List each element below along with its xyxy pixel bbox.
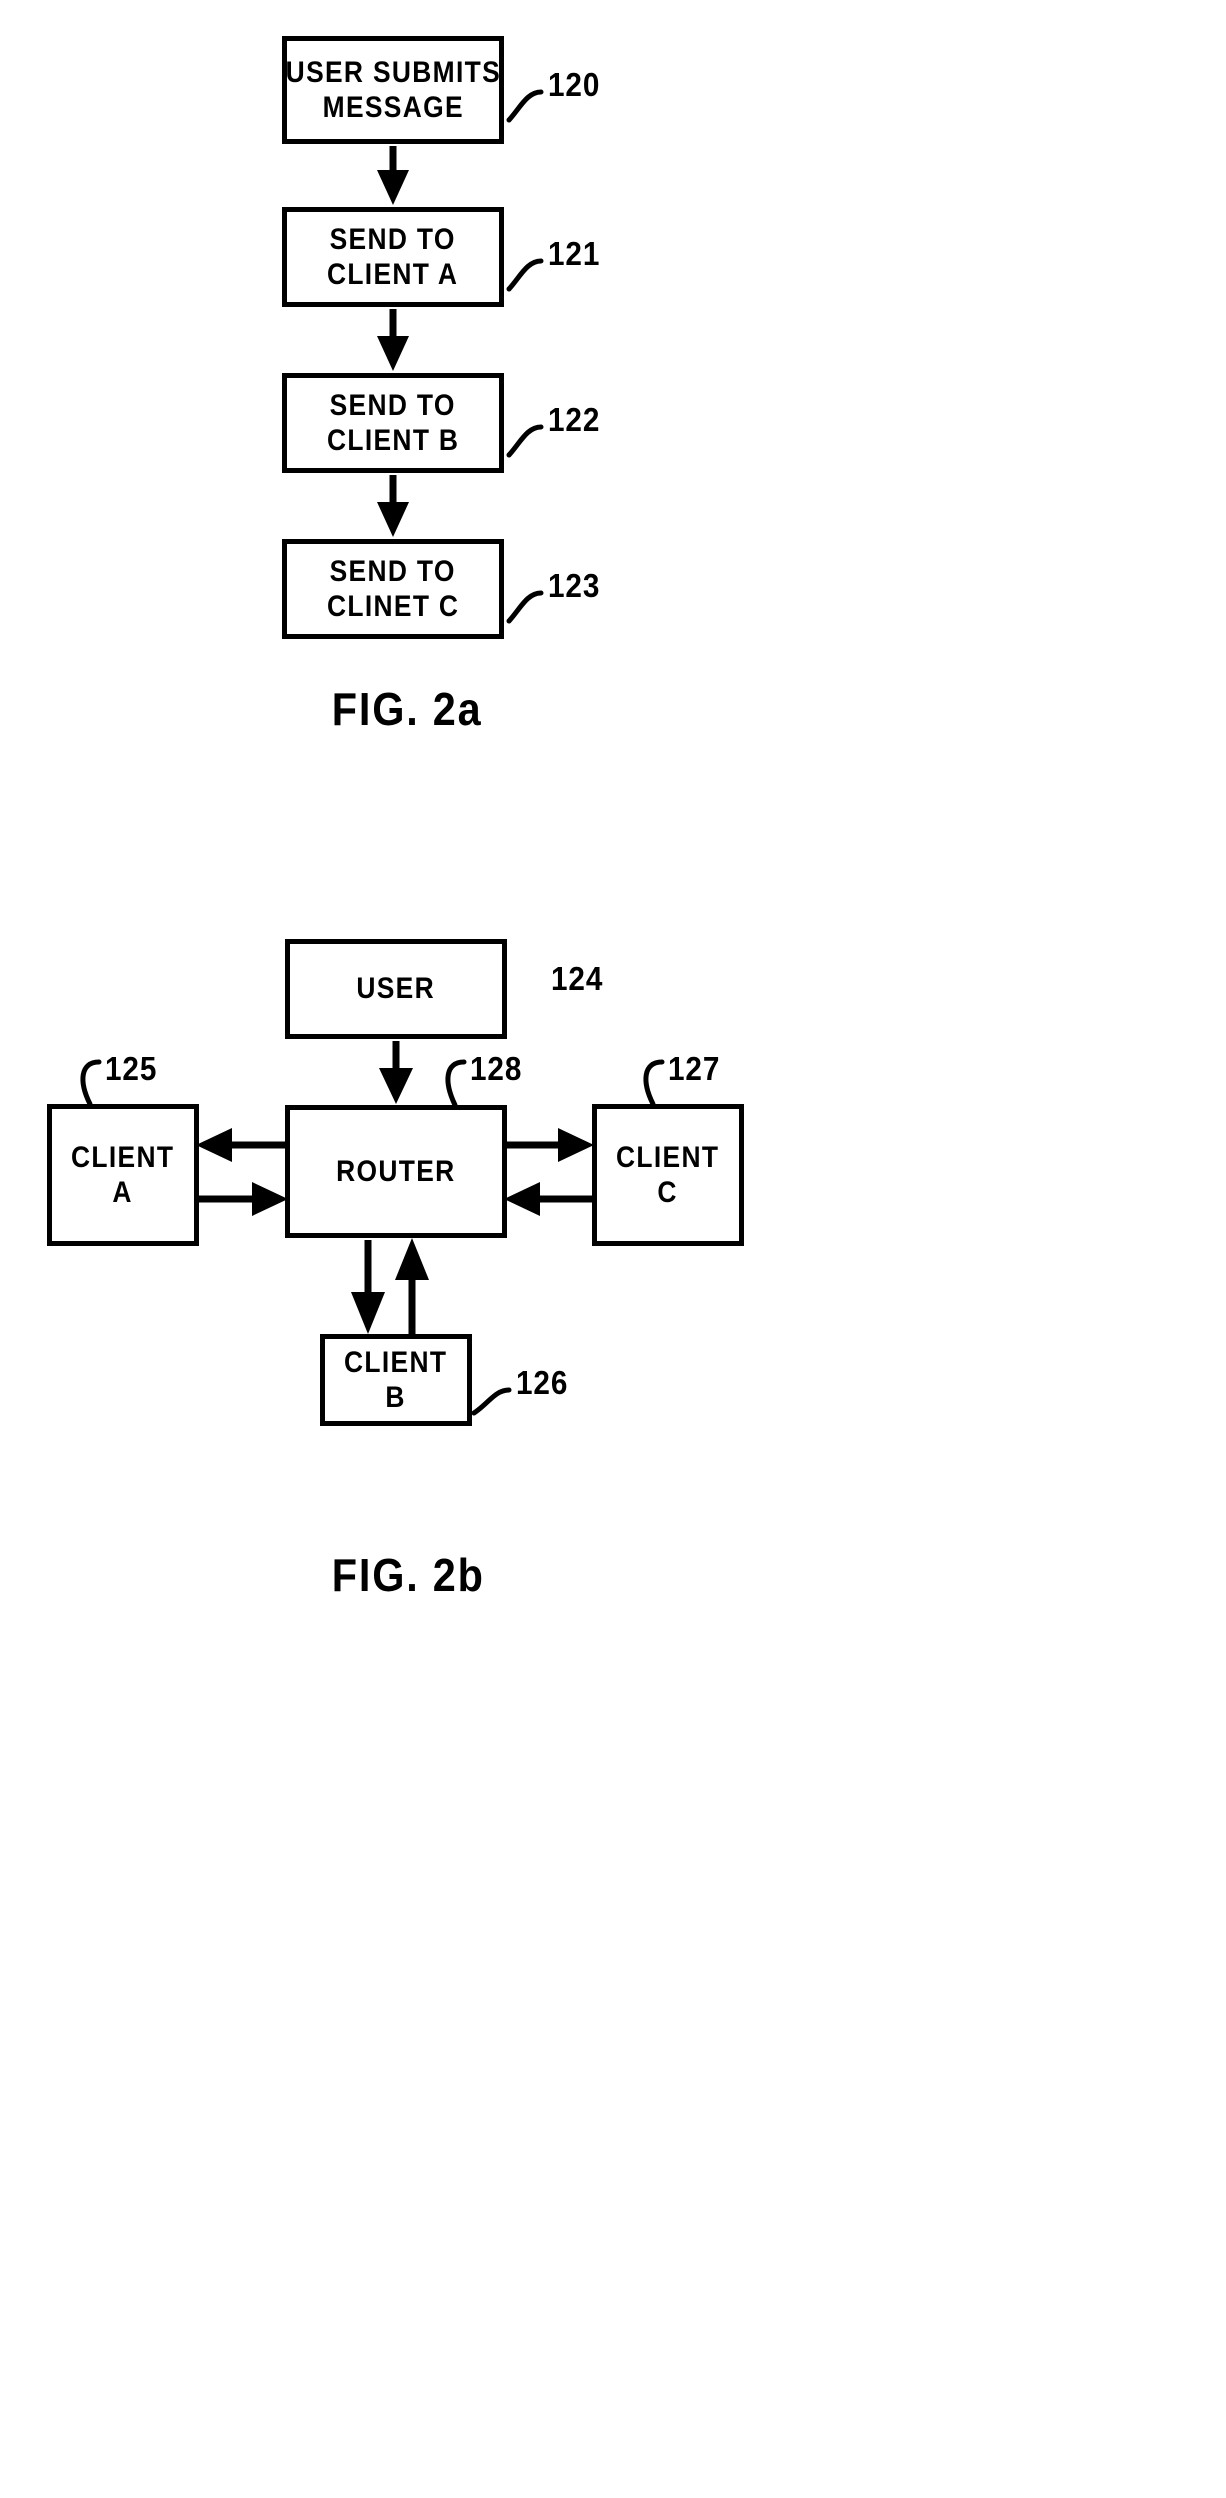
- block-node-client-c-line2: C: [657, 1176, 679, 1209]
- flow-node-123-line2: CLINET C: [326, 590, 460, 623]
- arrow-client-b-to-router: [395, 1238, 429, 1334]
- arrow-router-to-client-a: [196, 1128, 285, 1162]
- flow-node-122-line2: CLIENT B: [326, 424, 460, 457]
- leader-line-127: [643, 1059, 665, 1107]
- leader-line-121: [506, 258, 544, 292]
- ref-numeral-126: 126: [516, 1364, 569, 1401]
- block-node-client-b-126: CLIENT B: [320, 1334, 472, 1426]
- patent-drawing-sheet: USER SUBMITS MESSAGE 120 SEND TO CLIENT …: [0, 0, 1226, 2498]
- flow-node-121-line2: CLIENT A: [327, 258, 459, 291]
- leader-line-123: [506, 590, 544, 624]
- flow-node-121: SEND TO CLIENT A: [282, 207, 504, 307]
- ref-numeral-121: 121: [548, 235, 601, 272]
- leader-line-120: [506, 89, 544, 123]
- leader-line-128: [445, 1059, 467, 1108]
- block-node-user-124: USER: [285, 939, 507, 1039]
- arrow-user-to-router: [379, 1041, 413, 1104]
- block-node-client-b-line1: CLIENT: [344, 1345, 448, 1379]
- flow-node-121-line1: SEND TO: [329, 222, 457, 256]
- flow-node-122-line1: SEND TO: [329, 388, 457, 422]
- ref-numeral-124: 124: [551, 960, 604, 997]
- arrow-client-a-to-router: [199, 1182, 288, 1216]
- block-node-user-label: USER: [356, 972, 436, 1006]
- block-node-client-a-line1: CLIENT: [71, 1140, 175, 1174]
- block-node-router-label: ROUTER: [336, 1154, 456, 1188]
- ref-numeral-120: 120: [548, 66, 601, 103]
- flow-node-123: SEND TO CLINET C: [282, 539, 504, 639]
- arrow-router-to-client-b: [351, 1240, 385, 1334]
- block-node-client-b-line2: B: [385, 1381, 407, 1414]
- arrow-client-c-to-router: [504, 1182, 592, 1216]
- connector-overlay: [80, 89, 665, 1416]
- leader-line-122: [506, 424, 544, 458]
- block-node-router-128: ROUTER: [285, 1105, 507, 1238]
- arrow-router-to-client-c: [507, 1128, 594, 1162]
- block-node-client-c-127: CLIENT C: [592, 1104, 744, 1246]
- leader-line-125: [80, 1059, 102, 1107]
- ref-numeral-128: 128: [470, 1050, 523, 1087]
- flow-arrow-121-to-122: [377, 309, 409, 371]
- flow-node-123-line1: SEND TO: [329, 554, 457, 588]
- flow-arrow-120-to-121: [377, 146, 409, 205]
- block-node-client-c-line1: CLIENT: [616, 1140, 720, 1174]
- ref-numeral-123: 123: [548, 567, 601, 604]
- flow-arrow-122-to-123: [377, 475, 409, 537]
- block-node-client-a-line2: A: [112, 1176, 134, 1209]
- leader-line-126: [471, 1387, 512, 1416]
- figure-caption-2b: FIG. 2b: [331, 1549, 485, 1601]
- figure-caption-2a: FIG. 2a: [331, 683, 483, 735]
- block-node-client-a-125: CLIENT A: [47, 1104, 199, 1246]
- flow-node-120: USER SUBMITS MESSAGE: [282, 36, 504, 144]
- ref-numeral-125: 125: [105, 1050, 158, 1087]
- flow-node-122: SEND TO CLIENT B: [282, 373, 504, 473]
- flow-node-120-line2: MESSAGE: [322, 91, 464, 124]
- ref-numeral-127: 127: [668, 1050, 721, 1087]
- flow-node-120-line1: USER SUBMITS: [285, 55, 501, 89]
- ref-numeral-122: 122: [548, 401, 601, 438]
